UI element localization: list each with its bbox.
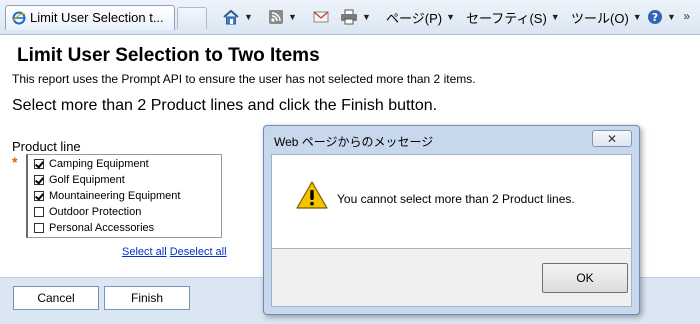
close-icon: ✕ — [606, 131, 618, 146]
alert-dialog: Web ページからのメッセージ ✕ You cannot select more… — [263, 125, 640, 315]
help-icon: ? — [648, 10, 662, 24]
safety-menu-label: セーフティ(S) — [466, 10, 547, 26]
toolbar-overflow-button[interactable]: » — [683, 9, 690, 23]
chevron-down-icon[interactable]: ▼ — [244, 12, 253, 22]
browser-toolbar: Limit User Selection t... ▼ ▼ ▼ ページ(P) ▼… — [0, 0, 700, 35]
list-item[interactable]: Camping Equipment — [34, 156, 149, 172]
page-title: Limit User Selection to Two Items — [17, 45, 320, 66]
instruction-text: Select more than 2 Product lines and cli… — [12, 97, 438, 114]
chevron-down-icon: ▼ — [632, 12, 642, 22]
page-menu[interactable]: ページ(P) ▼ — [386, 7, 455, 27]
selection-links: Select all Deselect all — [122, 246, 227, 258]
chevron-down-icon[interactable]: ▼ — [667, 12, 676, 22]
list-item[interactable]: Mountaineering Equipment — [34, 188, 180, 204]
tools-menu[interactable]: ツール(O) ▼ — [571, 7, 642, 27]
dialog-message: You cannot select more than 2 Product li… — [337, 192, 575, 206]
chevron-down-icon: ▼ — [446, 12, 455, 22]
list-item[interactable]: Outdoor Protection — [34, 204, 141, 220]
close-button[interactable]: ✕ — [592, 130, 632, 147]
page-menu-label: ページ(P) — [386, 10, 443, 26]
svg-text:?: ? — [652, 11, 658, 24]
rss-icon — [269, 10, 283, 24]
checkbox-unchecked[interactable] — [34, 207, 44, 217]
product-line-checkbox-list: Camping Equipment Golf Equipment Mountai… — [26, 154, 222, 238]
dialog-body: You cannot select more than 2 Product li… — [271, 154, 632, 249]
dialog-button-area: OK — [271, 249, 632, 307]
chevron-down-icon[interactable]: ▼ — [288, 12, 297, 22]
feeds-button[interactable]: ▼ — [268, 7, 297, 27]
option-label: Camping Equipment — [49, 158, 149, 170]
tab-title: Limit User Selection t... — [30, 10, 164, 25]
tools-menu-label: ツール(O) — [571, 10, 629, 26]
list-item[interactable]: Personal Accessories — [34, 220, 154, 236]
ie-page-icon — [12, 11, 26, 25]
print-button[interactable]: ▼ — [340, 7, 371, 27]
deselect-all-link[interactable]: Deselect all — [170, 246, 227, 258]
help-button[interactable]: ? ▼ — [647, 7, 676, 27]
printer-icon — [341, 9, 357, 25]
product-line-label: Product line — [12, 139, 81, 154]
chevron-down-icon[interactable]: ▼ — [362, 12, 371, 22]
finish-button[interactable]: Finish — [104, 286, 190, 310]
chevron-down-icon: ▼ — [550, 12, 560, 22]
checkbox-checked[interactable] — [34, 159, 44, 169]
select-all-link[interactable]: Select all — [122, 246, 167, 258]
home-icon — [223, 9, 239, 25]
report-description: This report uses the Prompt API to ensur… — [12, 72, 476, 86]
safety-menu[interactable]: セーフティ(S) ▼ — [466, 7, 560, 27]
mail-icon — [313, 11, 329, 23]
required-marker: * — [12, 154, 18, 170]
new-tab-button[interactable] — [177, 7, 207, 29]
option-label: Mountaineering Equipment — [49, 190, 181, 202]
option-label: Outdoor Protection — [49, 206, 142, 218]
option-label: Personal Accessories — [49, 222, 155, 234]
mail-button[interactable] — [313, 7, 329, 27]
ok-button[interactable]: OK — [542, 263, 628, 293]
checkbox-unchecked[interactable] — [34, 223, 44, 233]
browser-tab[interactable]: Limit User Selection t... — [5, 5, 175, 30]
home-button[interactable]: ▼ — [222, 7, 253, 27]
dialog-title: Web ページからのメッセージ — [274, 135, 434, 149]
list-item[interactable]: Golf Equipment — [34, 172, 125, 188]
checkbox-checked[interactable] — [34, 191, 44, 201]
warning-icon — [296, 181, 328, 209]
checkbox-checked[interactable] — [34, 175, 44, 185]
option-label: Golf Equipment — [49, 174, 125, 186]
cancel-button[interactable]: Cancel — [13, 286, 99, 310]
